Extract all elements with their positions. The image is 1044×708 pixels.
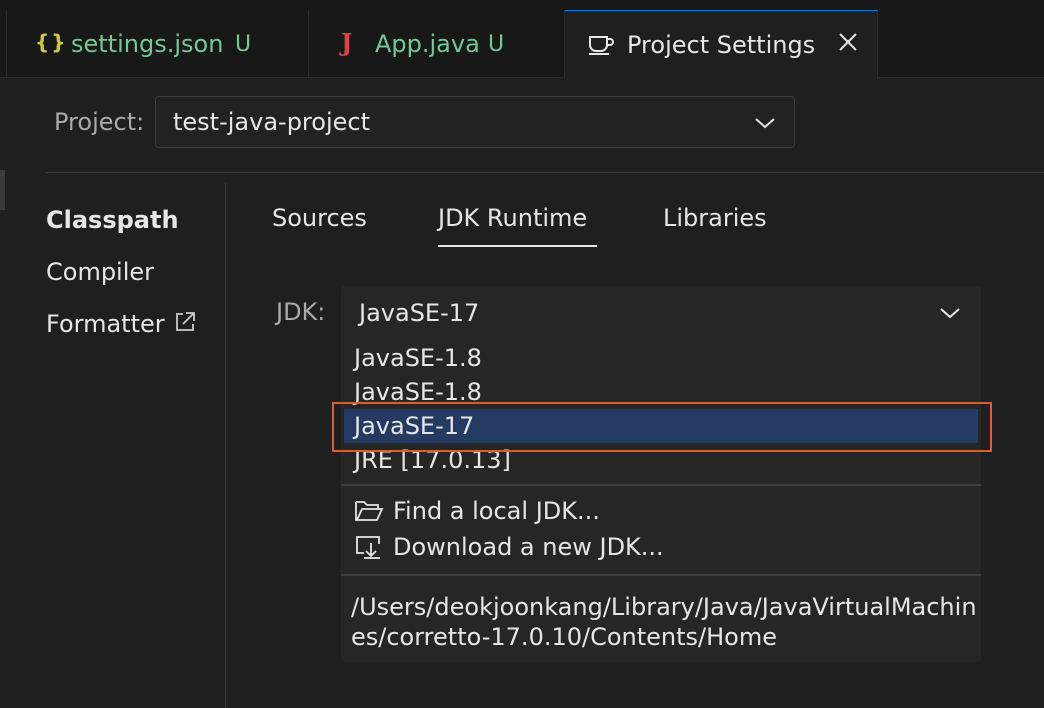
jdk-select-value: JavaSE-17 <box>359 299 480 327</box>
nav-item-formatter[interactable]: Formatter <box>46 310 165 338</box>
chevron-down-icon <box>940 308 960 319</box>
scroll-indicator <box>0 170 5 210</box>
jdk-label: JDK: <box>276 298 326 326</box>
highlight-annotation <box>332 402 992 452</box>
section-divider <box>46 172 1044 173</box>
java-file-icon: J <box>341 28 353 57</box>
chevron-down-icon <box>755 118 775 129</box>
tab-settings-json[interactable]: {} settings.json U <box>6 10 309 78</box>
nav-item-compiler[interactable]: Compiler <box>46 258 154 286</box>
find-local-jdk-option[interactable]: Find a local JDK... <box>354 497 600 525</box>
nav-divider <box>225 183 226 708</box>
dropdown-separator <box>341 484 981 486</box>
project-label: Project: <box>54 108 145 136</box>
untracked-badge: U <box>235 32 252 57</box>
tab-label: settings.json <box>71 30 224 58</box>
download-icon <box>356 536 380 559</box>
jdk-dropdown-list: JavaSE-1.8 JavaSE-1.8 JavaSE-17 JRE [17.… <box>341 338 981 662</box>
jdk-select[interactable]: JavaSE-17 <box>341 286 981 338</box>
untracked-badge: U <box>488 32 505 57</box>
jdk-option[interactable]: JavaSE-1.8 <box>341 341 981 375</box>
tab-project-settings[interactable]: Project Settings <box>565 10 878 79</box>
tab-label: App.java <box>375 30 480 58</box>
active-tab-indicator <box>438 245 597 247</box>
coffee-cup-icon <box>589 36 614 55</box>
jdk-path-description: /Users/deokjoonkang/Library/Java/JavaVir… <box>351 593 977 651</box>
tab-jdk-runtime[interactable]: JDK Runtime <box>438 204 587 232</box>
project-select-value: test-java-project <box>173 108 370 136</box>
download-jdk-label: Download a new JDK... <box>393 533 664 561</box>
download-jdk-option[interactable]: Download a new JDK... <box>354 533 664 561</box>
folder-open-icon <box>355 501 384 521</box>
project-select[interactable]: test-java-project <box>155 96 795 148</box>
json-file-icon: {} <box>35 30 68 54</box>
find-local-jdk-label: Find a local JDK... <box>393 497 600 525</box>
tab-app-java[interactable]: J App.java U <box>309 10 565 78</box>
tab-libraries[interactable]: Libraries <box>663 204 767 232</box>
close-icon[interactable] <box>837 31 859 53</box>
editor-tab-bar: {} settings.json U J App.java U Project … <box>0 0 1044 79</box>
external-link-icon[interactable] <box>174 311 196 333</box>
dropdown-separator <box>341 574 981 576</box>
tab-sources[interactable]: Sources <box>272 204 367 232</box>
nav-item-classpath[interactable]: Classpath <box>46 206 179 234</box>
tab-label: Project Settings <box>627 31 816 59</box>
